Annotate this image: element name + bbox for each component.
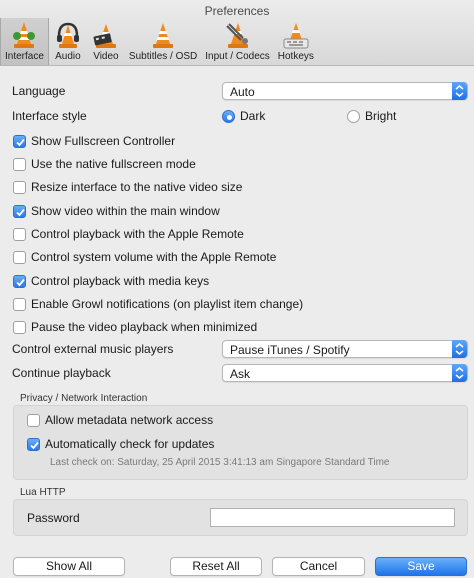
option-label: Control playback with media keys xyxy=(31,274,210,288)
language-select[interactable]: Auto xyxy=(222,82,468,100)
tab-input-codecs[interactable]: Input / Codecs xyxy=(201,18,273,65)
audio-headphones-icon xyxy=(56,22,79,48)
checkbox-checked[interactable] xyxy=(13,274,26,288)
checkmark-icon xyxy=(16,208,25,216)
tab-audio[interactable]: Audio xyxy=(49,18,87,65)
option-label: Resize interface to the native video siz… xyxy=(31,180,243,194)
password-label: Password xyxy=(27,511,80,525)
subtitles-cone-icon xyxy=(153,23,174,48)
lua-group-title: Lua HTTP xyxy=(20,487,66,498)
preferences-window: Preferences Interface Audio Video Subtit… xyxy=(0,0,474,578)
option-media-keys[interactable]: Control playback with media keys xyxy=(13,272,209,290)
hotkeys-cone-icon xyxy=(283,23,309,49)
style-dark-option[interactable]: Dark xyxy=(222,107,265,125)
save-button[interactable]: Save xyxy=(375,557,467,576)
option-metadata-network-access[interactable]: Allow metadata network access xyxy=(27,411,213,429)
option-label: Pause the video playback when minimized xyxy=(31,320,258,334)
music-players-value: Pause iTunes / Spotify xyxy=(230,343,350,357)
checkbox-unchecked[interactable] xyxy=(27,413,40,427)
option-label: Use the native fullscreen mode xyxy=(31,157,196,171)
checkbox-unchecked[interactable] xyxy=(13,157,26,171)
checkmark-icon xyxy=(30,441,39,449)
option-show-fullscreen-controller[interactable]: Show Fullscreen Controller xyxy=(13,132,175,150)
style-bright-option[interactable]: Bright xyxy=(347,107,396,125)
continue-playback-value: Ask xyxy=(230,367,251,381)
music-players-label: Control external music players xyxy=(12,342,174,356)
checkmark-icon xyxy=(16,138,25,146)
cancel-button[interactable]: Cancel xyxy=(272,557,365,576)
show-all-button[interactable]: Show All xyxy=(13,557,125,576)
tab-subtitles-osd-label: Subtitles / OSD xyxy=(128,51,198,62)
music-players-select[interactable]: Pause iTunes / Spotify xyxy=(222,340,468,358)
option-pause-when-minimized[interactable]: Pause the video playback when minimized xyxy=(13,318,257,336)
tab-interface-label: Interface xyxy=(5,51,44,62)
option-label: Automatically check for updates xyxy=(45,437,215,451)
checkbox-checked[interactable] xyxy=(13,134,26,148)
option-label: Show Fullscreen Controller xyxy=(31,134,176,148)
video-cone-icon xyxy=(93,24,116,48)
option-label: Enable Growl notifications (on playlist … xyxy=(31,297,304,311)
updown-arrows-icon xyxy=(452,364,467,382)
option-label: Show video within the main window xyxy=(31,204,220,218)
language-row: Language xyxy=(12,82,65,100)
continue-playback-row: Continue playback xyxy=(12,364,111,382)
password-row: Password xyxy=(27,509,80,527)
language-label: Language xyxy=(12,84,66,98)
interface-cone-icon xyxy=(13,22,36,48)
updown-arrows-icon xyxy=(452,340,467,358)
last-check-text: Last check on: Saturday, 25 April 2015 3… xyxy=(50,457,390,468)
toolbar: Preferences Interface Audio Video Subtit… xyxy=(0,0,474,66)
checkbox-unchecked[interactable] xyxy=(13,320,26,334)
checkmark-icon xyxy=(16,278,25,286)
tab-video[interactable]: Video xyxy=(87,18,125,65)
option-check-for-updates[interactable]: Automatically check for updates xyxy=(27,435,214,453)
option-resize-native-video[interactable]: Resize interface to the native video siz… xyxy=(13,178,242,196)
music-players-row: Control external music players xyxy=(12,340,173,358)
option-label: Control system volume with the Apple Rem… xyxy=(31,250,277,264)
option-label: Control playback with the Apple Remote xyxy=(31,227,244,241)
tab-audio-label: Audio xyxy=(55,51,81,62)
checkbox-unchecked[interactable] xyxy=(13,180,26,194)
checkbox-unchecked[interactable] xyxy=(13,227,26,241)
tab-subtitles-osd[interactable]: Subtitles / OSD xyxy=(125,18,201,65)
privacy-group-title: Privacy / Network Interaction xyxy=(20,393,148,404)
option-apple-remote-volume[interactable]: Control system volume with the Apple Rem… xyxy=(13,248,276,266)
style-bright-radio[interactable] xyxy=(347,109,360,123)
tab-hotkeys-label: Hotkeys xyxy=(277,51,314,62)
reset-all-button[interactable]: Reset All xyxy=(170,557,262,576)
checkbox-unchecked[interactable] xyxy=(13,250,26,264)
tab-input-codecs-label: Input / Codecs xyxy=(205,51,270,62)
option-growl-notifications[interactable]: Enable Growl notifications (on playlist … xyxy=(13,295,303,313)
continue-playback-label: Continue playback xyxy=(12,366,111,380)
window-title: Preferences xyxy=(204,4,270,18)
checkbox-checked[interactable] xyxy=(13,204,26,218)
interface-style-row: Interface style xyxy=(12,107,87,125)
option-apple-remote-playback[interactable]: Control playback with the Apple Remote xyxy=(13,225,244,243)
continue-playback-select[interactable]: Ask xyxy=(222,364,468,382)
updown-arrows-icon xyxy=(452,82,467,100)
option-video-in-main-window[interactable]: Show video within the main window xyxy=(13,202,220,220)
style-dark-radio[interactable] xyxy=(222,109,235,123)
password-input[interactable] xyxy=(210,508,455,527)
tab-hotkeys[interactable]: Hotkeys xyxy=(274,18,318,65)
option-label: Allow metadata network access xyxy=(45,413,214,427)
style-dark-label: Dark xyxy=(240,109,266,123)
tab-interface[interactable]: Interface xyxy=(0,18,49,65)
checkbox-checked[interactable] xyxy=(27,437,40,451)
language-value: Auto xyxy=(230,85,255,99)
codecs-cone-icon xyxy=(225,23,248,48)
tab-bar: Interface Audio Video Subtitles / OSD In… xyxy=(0,18,318,66)
tab-video-label: Video xyxy=(93,51,119,62)
style-bright-label: Bright xyxy=(365,109,397,123)
option-native-fullscreen[interactable]: Use the native fullscreen mode xyxy=(13,155,196,173)
checkbox-unchecked[interactable] xyxy=(13,297,26,311)
interface-style-label: Interface style xyxy=(12,109,87,123)
